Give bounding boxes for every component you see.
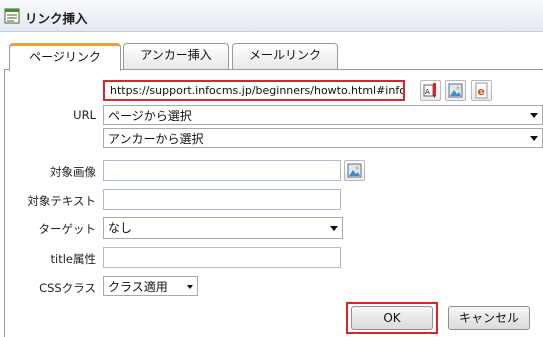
css-class-select-value: クラス適用 bbox=[108, 280, 168, 294]
chevron-down-icon bbox=[330, 226, 338, 231]
target-select[interactable]: なし bbox=[103, 217, 343, 239]
page-select[interactable]: ページから選択 bbox=[103, 105, 543, 125]
target-text-input[interactable] bbox=[103, 189, 341, 210]
link-properties-icon: A bbox=[423, 83, 436, 98]
dialog-icon bbox=[4, 8, 20, 24]
insert-image-button[interactable] bbox=[445, 80, 466, 101]
css-class-label: CSSクラス bbox=[39, 281, 96, 295]
window-title: リンク挿入 bbox=[25, 11, 88, 26]
tab-anchor-insert[interactable]: アンカー挿入 bbox=[123, 43, 229, 69]
edit-icon: e bbox=[475, 82, 488, 99]
svg-text:e: e bbox=[478, 85, 485, 98]
ok-button[interactable]: OK bbox=[351, 306, 433, 330]
chevron-down-icon bbox=[530, 113, 538, 118]
target-text-label: 対象テキスト bbox=[27, 194, 96, 208]
url-input[interactable]: https://support.infocms.jp/beginners/how… bbox=[103, 80, 405, 101]
image-icon bbox=[448, 83, 463, 98]
select-image-button[interactable] bbox=[344, 160, 365, 181]
target-image-input[interactable] bbox=[103, 160, 341, 181]
anchor-select[interactable]: アンカーから選択 bbox=[103, 128, 543, 148]
target-image-label: 対象画像 bbox=[50, 165, 96, 179]
window-titlebar: リンク挿入 bbox=[0, 0, 543, 32]
target-select-value: なし bbox=[108, 221, 133, 235]
anchor-select-value: アンカーから選択 bbox=[108, 132, 204, 146]
css-class-select[interactable]: クラス適用 bbox=[103, 276, 198, 296]
url-label: URL bbox=[73, 108, 96, 122]
target-label: ターゲット bbox=[38, 222, 97, 236]
chevron-down-icon bbox=[530, 136, 538, 141]
tab-mail-link[interactable]: メールリンク bbox=[232, 43, 338, 69]
edit-link-button[interactable]: e bbox=[471, 80, 492, 101]
link-properties-button[interactable]: A bbox=[420, 80, 441, 101]
tab-page-link[interactable]: ページリンク bbox=[9, 43, 121, 71]
title-attr-input[interactable] bbox=[103, 247, 341, 268]
title-attr-label: title属性 bbox=[50, 252, 96, 266]
cancel-button[interactable]: キャンセル bbox=[448, 306, 530, 330]
image-icon bbox=[347, 163, 362, 178]
svg-text:A: A bbox=[425, 88, 430, 96]
chevron-down-icon bbox=[187, 285, 193, 289]
page-select-value: ページから選択 bbox=[108, 109, 192, 123]
